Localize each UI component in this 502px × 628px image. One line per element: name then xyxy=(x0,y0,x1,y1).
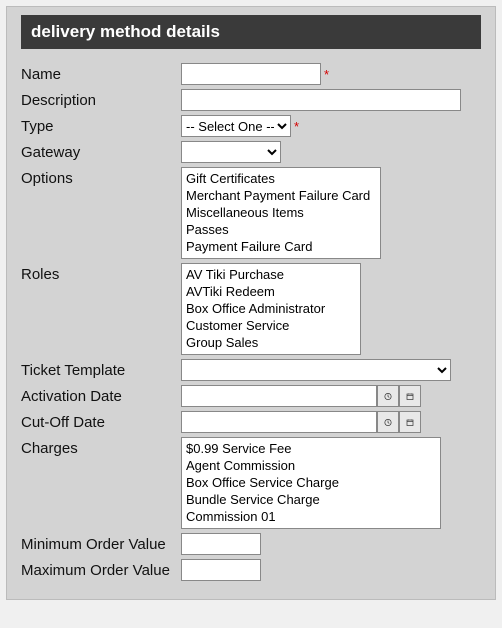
panel-header: delivery method details xyxy=(21,15,481,49)
list-item[interactable]: Payment Failure Card xyxy=(184,238,378,255)
list-item[interactable]: Agent Commission xyxy=(184,457,438,474)
name-input[interactable] xyxy=(181,63,321,85)
label-description: Description xyxy=(21,89,181,109)
clock-icon[interactable] xyxy=(377,385,399,407)
label-charges: Charges xyxy=(21,437,181,457)
list-item[interactable]: Box Office Administrator xyxy=(184,300,358,317)
ticket-template-select[interactable] xyxy=(181,359,451,381)
label-options: Options xyxy=(21,167,181,187)
calendar-icon[interactable] xyxy=(399,385,421,407)
required-marker: * xyxy=(294,119,299,134)
list-item[interactable]: AV Tiki Purchase xyxy=(184,266,358,283)
required-marker: * xyxy=(324,67,329,82)
list-item[interactable]: Customer Service xyxy=(184,317,358,334)
list-item[interactable]: Group Sales xyxy=(184,334,358,351)
label-max-order: Maximum Order Value xyxy=(21,559,181,579)
gateway-select[interactable] xyxy=(181,141,281,163)
label-activation-date: Activation Date xyxy=(21,385,181,405)
roles-listbox[interactable]: AV Tiki Purchase AVTiki Redeem Box Offic… xyxy=(181,263,361,355)
list-item[interactable]: AVTiki Redeem xyxy=(184,283,358,300)
label-cutoff-date: Cut-Off Date xyxy=(21,411,181,431)
label-gateway: Gateway xyxy=(21,141,181,161)
type-select[interactable]: -- Select One -- xyxy=(181,115,291,137)
min-order-input[interactable] xyxy=(181,533,261,555)
clock-icon[interactable] xyxy=(377,411,399,433)
list-item[interactable]: Passes xyxy=(184,221,378,238)
description-input[interactable] xyxy=(181,89,461,111)
max-order-input[interactable] xyxy=(181,559,261,581)
label-ticket-template: Ticket Template xyxy=(21,359,181,379)
calendar-icon[interactable] xyxy=(399,411,421,433)
list-item[interactable]: Bundle Service Charge xyxy=(184,491,438,508)
delivery-method-panel: delivery method details Name * Descripti… xyxy=(6,6,496,600)
list-item[interactable]: Commission 01 xyxy=(184,508,438,525)
options-listbox[interactable]: Gift Certificates Merchant Payment Failu… xyxy=(181,167,381,259)
label-name: Name xyxy=(21,63,181,83)
label-min-order: Minimum Order Value xyxy=(21,533,181,553)
list-item[interactable]: $0.99 Service Fee xyxy=(184,440,438,457)
list-item[interactable]: Box Office Service Charge xyxy=(184,474,438,491)
list-item[interactable]: Gift Certificates xyxy=(184,170,378,187)
label-roles: Roles xyxy=(21,263,181,283)
list-item[interactable]: Merchant Payment Failure Card xyxy=(184,187,378,204)
charges-listbox[interactable]: $0.99 Service Fee Agent Commission Box O… xyxy=(181,437,441,529)
cutoff-date-input[interactable] xyxy=(181,411,377,433)
label-type: Type xyxy=(21,115,181,135)
activation-date-input[interactable] xyxy=(181,385,377,407)
list-item[interactable]: Miscellaneous Items xyxy=(184,204,378,221)
